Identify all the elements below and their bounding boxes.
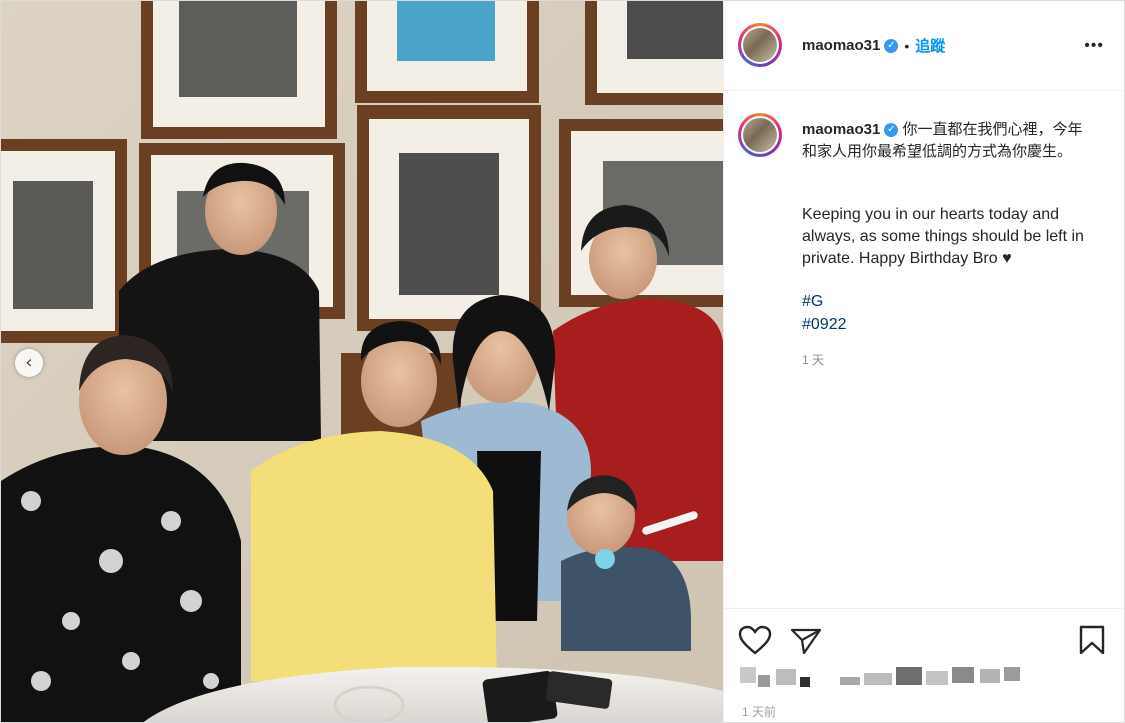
caption-zh: maomao31 ✓ 你一直都在我們心裡，今年和家人用你最希望低調的方式為你慶生。 [802,119,1097,163]
heart-icon[interactable] [738,625,772,655]
verified-badge-icon: ✓ [884,123,899,138]
post-sidebar: maomao31 ✓ • 追蹤 ••• maomao31 ✓ 你一直都在我們心裡，… [723,1,1124,722]
previous-photo-button[interactable]: ‹ [15,349,43,377]
chevron-left-icon: ‹ [25,352,33,373]
hashtag-list: #G #0922 [802,290,847,336]
share-icon[interactable] [790,627,822,655]
hashtag-link[interactable]: #G [802,290,847,313]
avatar[interactable] [738,23,782,67]
action-bar: 1 天前 [724,608,1124,722]
post-time: 1 天前 [742,705,777,719]
caption-en-text: Keeping you in our hearts today and alwa… [802,206,1084,267]
post-header: maomao31 ✓ • 追蹤 ••• [724,1,1124,91]
family-photo-image [1,1,723,722]
username-link[interactable]: maomao31 [802,37,880,54]
hashtag-link[interactable]: #0922 [802,313,847,336]
caption-area: maomao31 ✓ 你一直都在我們心裡，今年和家人用你最希望低調的方式為你慶生。… [724,91,1124,607]
caption-time: 1 天 [802,353,825,367]
post-window: ‹ maomao31 ✓ • 追蹤 ••• maomao31 ✓ 你一直都在我們心… [0,0,1125,723]
caption-avatar[interactable] [738,113,782,157]
likes-summary-blurred [740,667,1020,691]
post-photo: ‹ [1,1,723,722]
follow-button[interactable]: 追蹤 [915,35,945,56]
bookmark-icon[interactable] [1078,625,1106,655]
caption-username-link[interactable]: maomao31 [802,121,880,138]
more-options-icon[interactable]: ••• [1084,37,1104,55]
verified-badge-icon: ✓ [884,38,899,53]
separator-dot: • [904,37,910,54]
header-user: maomao31 ✓ • 追蹤 [802,35,945,56]
